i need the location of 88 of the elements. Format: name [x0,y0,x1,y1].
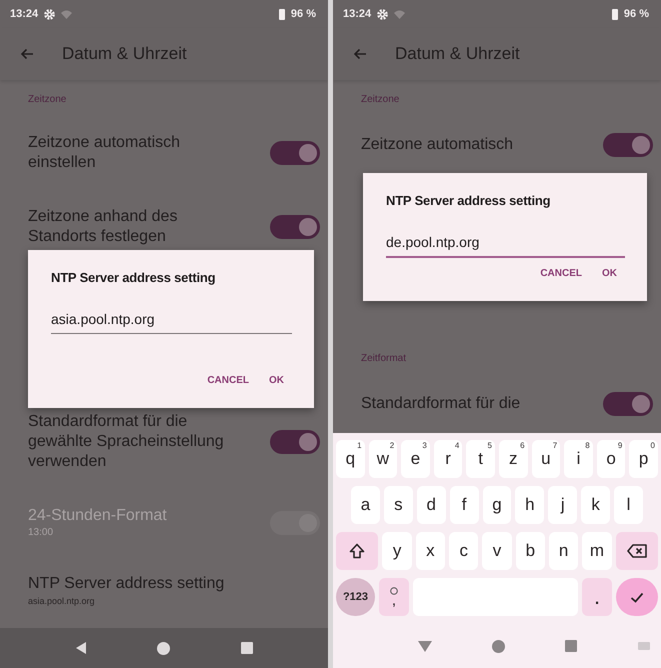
battery-level: 96 % [624,8,649,20]
toggle-switch[interactable] [270,430,320,454]
down-triangle-icon[interactable] [418,640,432,652]
screen-title: Datum & Uhrzeit [395,44,520,64]
key-hint: 8 [585,441,590,450]
recents-icon[interactable] [240,642,253,654]
keyboard-key[interactable]: f [450,486,479,524]
section-header: Zeitformat [360,352,408,366]
keyboard-key[interactable]: v [482,532,512,570]
screen-title: Datum & Uhrzeit [62,44,187,64]
toggle-switch[interactable] [270,215,320,239]
battery-level: 96 % [290,8,316,20]
key-hint: 1 [357,441,362,450]
keyboard-key[interactable]: y [382,532,412,570]
keyboard-key[interactable]: b [516,532,545,570]
setting-title: NTP Server address setting [28,574,226,594]
keyboard-key[interactable] [336,532,378,570]
setting-title: 24-Stunden-Format [28,506,168,526]
toggle-switch[interactable] [603,392,653,416]
back-arrow-icon[interactable] [353,48,367,60]
home-icon[interactable] [492,640,505,652]
battery-icon [278,8,285,20]
gear-icon [377,8,388,20]
dialog-title: NTP Server address setting [51,270,216,285]
wifi-icon [61,10,72,18]
keyboard-key[interactable]: h [515,486,544,524]
dialog-title: NTP Server address setting [386,193,552,208]
setting-summary: asia.pool.ntp.org [28,595,96,608]
wifi-icon [394,10,406,18]
key-hint: 5 [488,441,492,450]
input-field[interactable]: asia.pool.ntp.org [51,311,292,334]
toggle-switch[interactable] [603,133,653,157]
check-icon [630,592,644,602]
setting-title: Standardformat für die [361,394,522,414]
key-hint: 0 [650,441,655,450]
key-hint: 3 [422,441,427,450]
keyboard-key[interactable]: , [379,578,409,616]
dialog-button[interactable]: OK [261,367,292,394]
setting-title: Zeitzone automatisch [361,135,514,155]
keyboard-key[interactable]: i 8 [564,440,593,478]
input-field[interactable]: de.pool.ntp.org [386,234,625,258]
keyboard-key[interactable]: u 7 [532,440,560,478]
keyboard-key[interactable]: l [614,486,644,524]
key-hint: 6 [520,441,525,450]
keyboard-key[interactable] [616,532,658,570]
keyboard-key[interactable]: s [384,486,413,524]
key-hint: 2 [390,441,394,450]
dialog-button[interactable]: OK [594,260,625,287]
keyboard-key[interactable]: x [416,532,446,570]
back-icon[interactable] [75,641,88,655]
backspace-icon [626,544,647,558]
keyboard-key[interactable]: d [416,486,446,524]
shift-icon [349,543,366,559]
battery-icon [612,8,618,20]
section-header: Zeitzone [360,93,400,107]
keyboard-key[interactable]: a [351,486,380,524]
keyboard-key[interactable]: t 5 [466,440,495,478]
keyboard-key[interactable]: . [582,578,612,616]
keyboard-key[interactable]: p 0 [629,440,658,478]
keyboard-key[interactable]: k [581,486,610,524]
keyboard-key[interactable]: z 6 [498,440,528,478]
status-time: 13:24 [343,8,372,20]
back-arrow-icon[interactable] [20,48,34,60]
keyboard-key[interactable]: q 1 [336,440,365,478]
keyboard-key[interactable]: j [548,486,578,524]
dialog-button[interactable]: CANCEL [199,367,257,394]
keyboard-key[interactable]: ?123 [336,578,375,616]
dialog-button[interactable]: CANCEL [532,260,590,287]
key-hint: 4 [454,441,460,450]
setting-title: Standardformat für die gewählte Spracheinstellung verwenden [28,412,225,472]
key-hint: 9 [618,441,622,450]
keyboard-key[interactable]: w 2 [368,440,398,478]
keyboard-key[interactable]: e 3 [401,440,430,478]
setting-summary: 13:00 [28,526,54,540]
setting-title: Zeitzone automatisch einstellen [28,133,182,173]
section-header: Zeitzone [27,93,68,107]
keyboard-key[interactable]: c [449,532,478,570]
keyboard-key[interactable]: o 9 [596,440,626,478]
key-hint: 7 [552,441,558,450]
home-icon[interactable] [157,642,170,654]
keyboard-key[interactable]: n [548,532,578,570]
setting-title: Zeitzone anhand des Standorts festlegen [28,207,178,247]
status-time: 13:24 [10,8,38,20]
toggle-switch[interactable] [270,141,320,165]
keyboard-key[interactable]: g [482,486,512,524]
gear-icon [44,8,56,20]
keyboard-key[interactable]: m [582,532,612,570]
keyboard-key[interactable]: r 4 [434,440,462,478]
